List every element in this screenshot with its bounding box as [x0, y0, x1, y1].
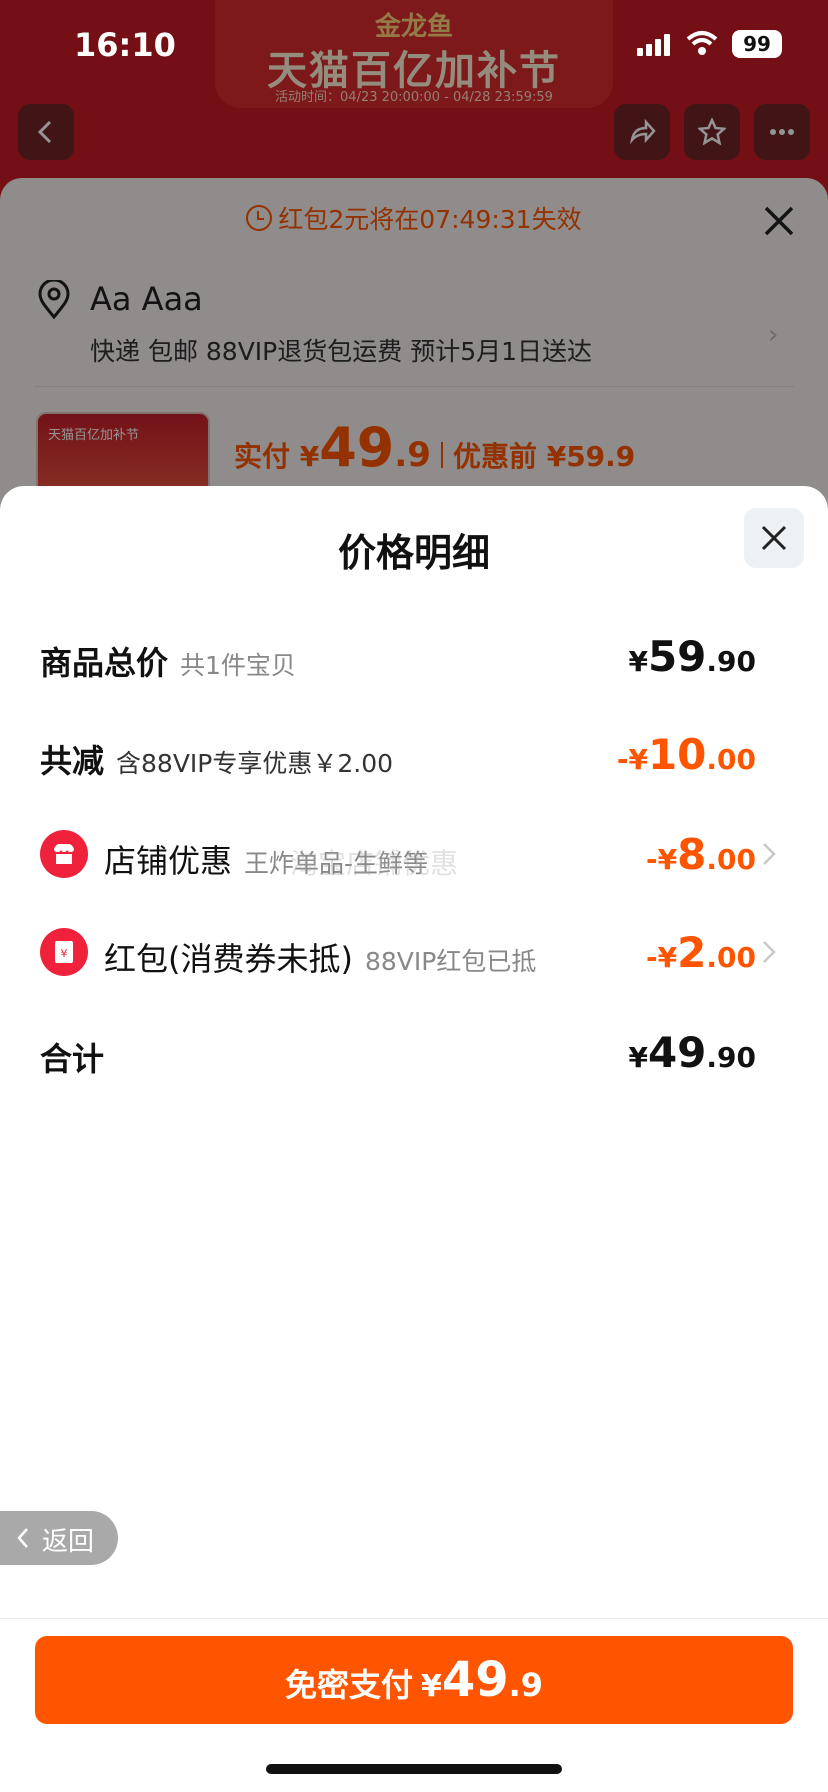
divider	[0, 1618, 828, 1619]
back-label: 返回	[42, 1527, 95, 1557]
total-reduction-amount: -¥10.00	[616, 730, 756, 779]
red-packet-amount: -¥2.00	[646, 928, 756, 977]
status-bar: 16:10 99	[0, 0, 828, 90]
close-icon	[761, 525, 787, 551]
row-goods-total: 商品总价 共1件宝贝 ¥59.90	[0, 628, 828, 688]
row-total-reduction: 共减 含88VIP专享优惠￥2.00 -¥10.00	[0, 726, 828, 786]
goods-total-label: 商品总价 共1件宝贝	[40, 644, 296, 682]
chevron-right-icon	[763, 941, 776, 963]
row-red-packet[interactable]: ¥ 红包(消费券未抵) 88VIP红包已抵 -¥2.00	[0, 924, 828, 984]
back-pill-button[interactable]: 返回	[0, 1511, 118, 1565]
modal-close-button[interactable]	[744, 508, 804, 568]
wifi-icon	[686, 31, 718, 55]
screen: 金龙鱼 天猫百亿加补节 活动时间：04/23 20:00:00 - 04/28 …	[0, 0, 828, 1792]
pay-button[interactable]: 免密支付 ¥49.9	[35, 1636, 793, 1724]
sum-label: 合计	[40, 1040, 105, 1078]
store-discount-amount: -¥8.00	[646, 830, 756, 879]
vip-discount-note: 含88VIP专享优惠￥2.00	[116, 749, 394, 778]
svg-text:¥: ¥	[61, 947, 68, 960]
chevron-left-icon	[17, 1528, 28, 1548]
sum-amount: ¥49.90	[628, 1028, 756, 1077]
row-store-discount[interactable]: 店铺优惠 王炸单品-生鲜等 淘宝店铺优惠 -¥8.00	[0, 826, 828, 886]
red-packet-icon: ¥	[40, 928, 88, 976]
total-reduction-label: 共减 含88VIP专享优惠￥2.00	[40, 742, 394, 780]
chevron-right-icon	[763, 843, 776, 865]
goods-count: 共1件宝贝	[180, 651, 296, 680]
red-packet-note: 88VIP红包已抵	[364, 947, 537, 976]
home-indicator[interactable]	[266, 1764, 562, 1774]
row-sum: 合计 ¥49.90	[0, 1024, 828, 1084]
watermark-text: 淘宝店铺优惠	[290, 847, 459, 880]
red-packet-label: 红包(消费券未抵) 88VIP红包已抵	[104, 940, 537, 978]
battery-icon: 99	[732, 30, 782, 58]
price-detail-modal: 价格明细 商品总价 共1件宝贝 ¥59.90 共减 含88VIP专享优惠￥2.00 …	[0, 486, 828, 1792]
cellular-signal-icon	[637, 34, 671, 56]
goods-total-amount: ¥59.90	[628, 632, 756, 681]
status-time: 16:10	[74, 26, 176, 64]
store-icon	[40, 830, 88, 878]
modal-title: 价格明细	[337, 531, 490, 575]
